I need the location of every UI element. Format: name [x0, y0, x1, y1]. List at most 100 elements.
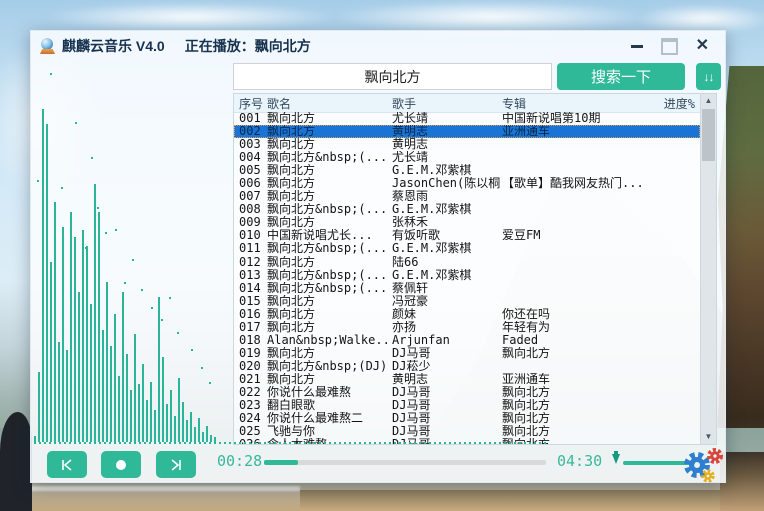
scrollbar[interactable]: ▲ ▼: [700, 94, 716, 444]
progress-bar[interactable]: [264, 460, 546, 465]
cell-singer: DJ马哥: [392, 346, 431, 360]
cell-album: 【歌单】酷我网友热门...: [502, 177, 644, 191]
song-row[interactable]: 007 飘向北方 蔡恩雨: [234, 190, 700, 203]
audio-visualizer: [34, 73, 230, 442]
cell-singer: DJ马哥: [392, 399, 431, 413]
cell-album: 亚洲通车: [502, 125, 551, 139]
cell-no: 015: [239, 294, 261, 308]
app-icon: [40, 38, 55, 54]
crystal-ball-icon: [41, 38, 53, 50]
song-row[interactable]: 004 飘向北方&nbsp;(... 尤长靖: [234, 151, 700, 164]
cell-singer: 黄明志: [392, 138, 429, 152]
cell-album: 年轻有为: [502, 320, 551, 334]
close-button[interactable]: ✕: [696, 38, 709, 54]
stop-button[interactable]: [101, 451, 141, 478]
song-row[interactable]: 019 飘向北方 DJ马哥 飘向北方: [234, 347, 700, 360]
cell-no: 017: [239, 320, 261, 334]
cell-song: 你说什么最难熬: [267, 385, 352, 399]
maximize-button[interactable]: [660, 37, 678, 55]
song-row[interactable]: 017 飘向北方 亦扬 年轻有为: [234, 321, 700, 334]
visualizer-peak-dot: [105, 232, 107, 234]
cell-no: 008: [239, 203, 261, 217]
song-row[interactable]: 024 你说什么最难熬二 DJ马哥 飘向北方: [234, 412, 700, 425]
song-row[interactable]: 022 你说什么最难熬 DJ马哥 飘向北方: [234, 386, 700, 399]
visualizer-bar: [182, 402, 184, 442]
cell-no: 024: [239, 412, 261, 426]
cell-song: 飘向北方&nbsp;(DJ): [267, 359, 388, 373]
visualizer-peak-dot: [151, 307, 153, 309]
cell-song: 飘向北方: [267, 164, 316, 178]
cell-singer: 蔡佩轩: [392, 281, 429, 295]
song-row[interactable]: 015 飘向北方 冯冠豪: [234, 295, 700, 308]
visualizer-peak-dot: [37, 180, 39, 182]
song-row[interactable]: 006 飘向北方 JasonChen(陈以桐) 【歌单】酷我网友热门...: [234, 177, 700, 190]
song-row[interactable]: 013 飘向北方&nbsp;(... G.E.M.邓紫棋: [234, 269, 700, 282]
visualizer-bar: [46, 124, 48, 442]
previous-button[interactable]: [47, 451, 87, 478]
settings-button[interactable]: [681, 446, 725, 484]
song-row[interactable]: 014 飘向北方&nbsp;(... 蔡佩轩: [234, 282, 700, 295]
song-row[interactable]: 001 飘向北方 尤长靖 中国新说唱第10期: [234, 112, 700, 125]
next-button[interactable]: [156, 451, 196, 478]
cell-album: Faded: [502, 333, 539, 347]
title-bar[interactable]: 麒麟云音乐 V4.0 正在播放：飘向北方 ✕: [31, 31, 725, 61]
song-row[interactable]: 010 中国新说唱尤长... 有饭听歌 爱豆FM: [234, 229, 700, 242]
cell-singer: DJ马哥: [392, 412, 431, 426]
scrollbar-thumb[interactable]: [702, 109, 715, 161]
song-row[interactable]: 025 飞驰与你 DJ马哥 飘向北方: [234, 425, 700, 438]
cell-album: 爱豆FM: [502, 229, 541, 243]
song-row[interactable]: 009 飘向北方 张秝禾: [234, 216, 700, 229]
scroll-down-icon[interactable]: ▼: [701, 430, 716, 444]
cell-song: 飘向北方&nbsp;(...: [267, 268, 388, 282]
col-header-album: 专辑: [502, 96, 527, 111]
song-row[interactable]: 002 飘向北方 黄明志 亚洲通车: [234, 125, 700, 139]
maximize-icon: [660, 37, 678, 55]
scroll-up-icon[interactable]: ▲: [701, 94, 716, 108]
song-row[interactable]: 016 飘向北方 颜妹 你还在吗: [234, 308, 700, 321]
cell-no: 011: [239, 242, 261, 256]
visualizer-bar: [66, 350, 68, 442]
song-row[interactable]: 005 飘向北方 G.E.M.邓紫棋: [234, 164, 700, 177]
cell-album: 中国新说唱第10期: [502, 112, 601, 125]
cell-song: 飘向北方: [267, 346, 316, 360]
table-header: 序号 歌名 歌手 专辑 进度%: [234, 94, 700, 113]
cell-no: 003: [239, 138, 261, 152]
minimize-button[interactable]: [630, 44, 643, 48]
cell-no: 014: [239, 281, 261, 295]
visualizer-bar: [122, 292, 124, 442]
song-row[interactable]: 003 飘向北方 黄明志: [234, 138, 700, 151]
visualizer-peak-dot: [61, 187, 63, 189]
visualizer-bar: [170, 390, 172, 442]
song-row[interactable]: 021 飘向北方 黄明志 亚洲通车: [234, 373, 700, 386]
song-row[interactable]: 012 飘向北方 陆66: [234, 256, 700, 269]
visualizer-bar: [142, 364, 144, 442]
cell-no: 018: [239, 333, 261, 347]
visualizer-peak-dot: [141, 289, 143, 291]
cell-no: 006: [239, 177, 261, 191]
visualizer-peak-dot: [161, 319, 163, 321]
song-row[interactable]: 008 飘向北方&nbsp;(... G.E.M.邓紫棋: [234, 203, 700, 216]
search-input[interactable]: [233, 63, 552, 90]
cell-singer: Arjunfan: [392, 333, 450, 347]
visualizer-bar: [130, 390, 132, 442]
cell-album: 亚洲通车: [502, 372, 551, 386]
song-row[interactable]: 023 翻白眼歌 DJ马哥 飘向北方: [234, 399, 700, 412]
song-row[interactable]: 020 飘向北方&nbsp;(DJ) DJ菘少: [234, 360, 700, 373]
song-row[interactable]: 011 飘向北方&nbsp;(... G.E.M.邓紫棋: [234, 242, 700, 255]
visualizer-bar: [110, 346, 112, 442]
song-row[interactable]: 018 Alan&nbsp;Walke... Arjunfan Faded: [234, 334, 700, 347]
cell-album: 你还在吗: [502, 307, 551, 321]
visualizer-bar: [202, 432, 204, 442]
visualizer-bar: [174, 416, 176, 442]
cell-song: 飘向北方: [267, 112, 316, 125]
visualizer-bar: [42, 109, 44, 442]
wave-foam: [0, 486, 300, 491]
window-title: 麒麟云音乐 V4.0: [62, 38, 165, 54]
download-button[interactable]: ↓↓: [696, 63, 721, 90]
cell-song: 飘向北方&nbsp;(...: [267, 203, 388, 217]
cell-song: 飘向北方&nbsp;(...: [267, 242, 388, 256]
search-button[interactable]: 搜索一下: [557, 63, 685, 90]
visualizer-bar: [198, 418, 200, 442]
cell-song: 飞驰与你: [267, 425, 316, 439]
volume-marker-icon[interactable]: [612, 451, 620, 464]
